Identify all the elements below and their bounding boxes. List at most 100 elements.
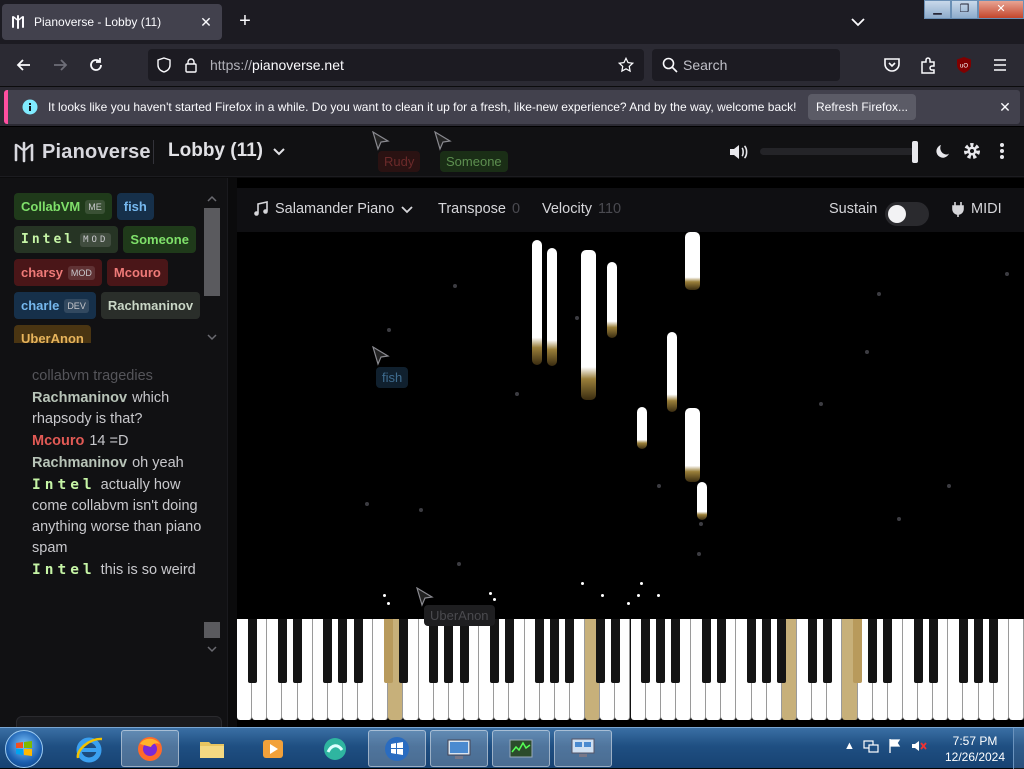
black-key[interactable] — [504, 619, 514, 683]
chat-author[interactable]: Intel — [32, 477, 96, 493]
user-chip[interactable]: UberAnon — [14, 325, 91, 343]
minimize-button[interactable]: ▁ — [924, 0, 951, 19]
moon-icon[interactable] — [933, 141, 953, 166]
taskbar-task-manager[interactable] — [492, 730, 550, 767]
black-key[interactable] — [928, 619, 938, 683]
black-key[interactable] — [656, 619, 666, 683]
more-vertical-icon[interactable] — [994, 141, 1010, 166]
chat-scrollbar[interactable] — [204, 366, 220, 656]
black-key[interactable] — [429, 619, 439, 683]
pocket-icon[interactable] — [881, 54, 903, 76]
black-key[interactable] — [853, 619, 863, 683]
taskbar-remote-desktop[interactable] — [430, 730, 488, 767]
start-button[interactable] — [5, 730, 43, 768]
bookmark-star-icon[interactable] — [618, 56, 634, 73]
ublock-origin-icon[interactable]: uO — [953, 54, 975, 76]
search-box[interactable]: Search — [652, 49, 840, 81]
room-selector[interactable]: Lobby (11) — [168, 140, 287, 162]
black-key[interactable] — [610, 619, 620, 683]
chat-author[interactable]: Mcouro — [32, 433, 84, 449]
piano-keyboard[interactable] — [237, 619, 1024, 720]
black-key[interactable] — [913, 619, 923, 683]
window-close-button[interactable]: ✕ — [978, 0, 1024, 19]
transpose-control[interactable]: Transpose 0 — [438, 201, 520, 217]
taskbar-windows-app[interactable] — [368, 730, 426, 767]
user-chip[interactable]: charle DEV — [14, 292, 96, 319]
user-chip[interactable]: charsy MOD — [14, 259, 102, 286]
user-chip[interactable]: Someone — [123, 226, 196, 253]
show-hidden-icons-icon[interactable]: ▲ — [844, 740, 855, 752]
volume-muted-icon[interactable] — [911, 738, 927, 754]
black-key[interactable] — [550, 619, 560, 683]
black-key[interactable] — [883, 619, 893, 683]
black-key[interactable] — [777, 619, 787, 683]
black-key[interactable] — [747, 619, 757, 683]
black-key[interactable] — [459, 619, 469, 683]
user-chip[interactable]: fish — [116, 193, 154, 220]
back-icon[interactable] — [13, 54, 35, 76]
action-center-flag-icon[interactable] — [887, 738, 903, 754]
black-key[interactable] — [323, 619, 333, 683]
reload-icon[interactable] — [85, 54, 107, 76]
volume-icon[interactable] — [727, 141, 749, 168]
black-key[interactable] — [762, 619, 772, 683]
black-key[interactable] — [868, 619, 878, 683]
user-chip[interactable]: Mcouro — [106, 259, 168, 286]
black-key[interactable] — [293, 619, 303, 683]
new-tab-icon[interactable]: + — [234, 10, 256, 32]
notification-close-icon[interactable]: ✕ — [996, 98, 1014, 116]
chat-author[interactable]: Rachmaninov — [32, 455, 127, 471]
black-key[interactable] — [489, 619, 499, 683]
white-key[interactable] — [1008, 619, 1024, 720]
taskbar-firefox[interactable] — [121, 730, 179, 767]
black-key[interactable] — [595, 619, 605, 683]
black-key[interactable] — [716, 619, 726, 683]
lock-icon[interactable] — [183, 57, 199, 73]
logo[interactable]: Pianoverse — [12, 140, 151, 164]
clock[interactable]: 7:57 PM 12/26/2024 — [940, 733, 1010, 765]
black-key[interactable] — [247, 619, 257, 683]
black-key[interactable] — [444, 619, 454, 683]
taskbar-explorer[interactable] — [183, 730, 241, 767]
black-key[interactable] — [383, 619, 393, 683]
velocity-control[interactable]: Velocity 110 — [542, 201, 621, 217]
black-key[interactable] — [353, 619, 363, 683]
black-key[interactable] — [974, 619, 984, 683]
instrument-selector[interactable]: Salamander Piano — [253, 201, 414, 217]
hamburger-menu-icon[interactable] — [989, 54, 1011, 76]
user-list-scrollbar[interactable] — [204, 194, 220, 344]
chat-scroll-thumb[interactable] — [204, 622, 220, 638]
chat-author[interactable]: Intel — [32, 562, 96, 578]
black-key[interactable] — [398, 619, 408, 683]
black-key[interactable] — [822, 619, 832, 683]
chat-author[interactable]: Rachmaninov — [32, 390, 127, 406]
restore-button[interactable]: ❐ — [951, 0, 978, 19]
black-key[interactable] — [338, 619, 348, 683]
black-key[interactable] — [671, 619, 681, 683]
black-key[interactable] — [535, 619, 545, 683]
taskbar-network-app[interactable] — [554, 730, 612, 767]
scroll-down-icon[interactable] — [204, 332, 220, 342]
network-status-icon[interactable] — [863, 738, 879, 754]
chat-scroll-down-icon[interactable] — [204, 644, 220, 654]
user-chip[interactable]: Rachmaninov — [100, 292, 201, 319]
tab-close-icon[interactable]: ✕ — [198, 14, 214, 30]
tracking-shield-icon[interactable] — [156, 57, 172, 73]
taskbar-app-teal[interactable] — [306, 730, 364, 767]
black-key[interactable] — [989, 619, 999, 683]
list-all-tabs-icon[interactable] — [848, 12, 868, 32]
volume-slider[interactable] — [760, 148, 915, 155]
black-key[interactable] — [807, 619, 817, 683]
sustain-toggle[interactable] — [885, 202, 929, 226]
forward-icon[interactable] — [49, 54, 71, 76]
user-chip[interactable]: Intel MOD — [14, 226, 119, 253]
taskbar-internet-explorer[interactable] — [60, 730, 118, 767]
black-key[interactable] — [701, 619, 711, 683]
chat-input-box[interactable] — [16, 716, 222, 727]
tab-pianoverse[interactable]: Pianoverse - Lobby (11) ✕ — [2, 4, 222, 40]
black-key[interactable] — [277, 619, 287, 683]
taskbar-media-player[interactable] — [244, 730, 302, 767]
gear-icon[interactable] — [962, 141, 982, 166]
address-bar[interactable]: https://pianoverse.net — [148, 49, 644, 81]
black-key[interactable] — [958, 619, 968, 683]
